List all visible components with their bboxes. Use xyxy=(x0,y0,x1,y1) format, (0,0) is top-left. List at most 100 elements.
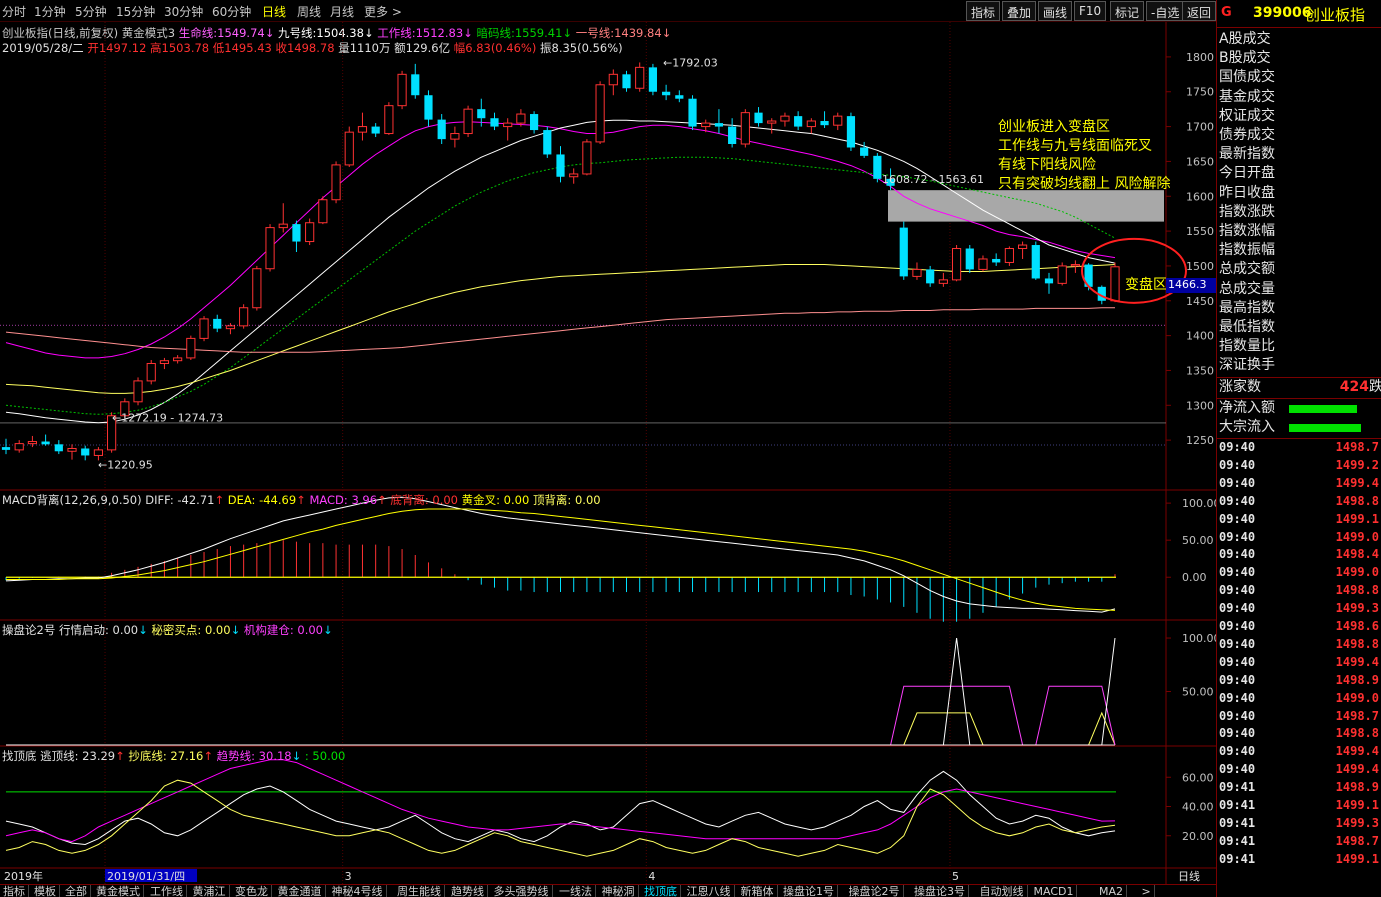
indicator-tab[interactable]: 自动划线 xyxy=(977,885,1028,897)
tick-price: 1498.8 xyxy=(1335,493,1379,508)
macd-info-line: MACD背离(12,26,9,0.50) DIFF: -42.71↑ DEA: … xyxy=(2,493,601,507)
net-inflow-row: 净流入额 xyxy=(1219,399,1379,418)
candle-body-up xyxy=(278,223,288,229)
back-button[interactable]: 返回 xyxy=(1182,1,1217,21)
indicator-tab[interactable]: MA2 xyxy=(1096,885,1128,897)
indicator-tab[interactable]: 黄金通道 xyxy=(275,885,326,897)
quote-field-label: 指数涨跌 xyxy=(1219,203,1275,220)
y-tick-label: 1650 xyxy=(1186,155,1214,168)
indicator-tab[interactable]: MACD1 xyxy=(1031,885,1078,897)
candle-body-up xyxy=(239,307,249,327)
period-tab[interactable]: 60分钟 xyxy=(212,3,251,20)
annotation-line: 创业板进入变盘区 xyxy=(998,119,1110,135)
period-tab[interactable]: 5分钟 xyxy=(75,3,107,20)
y-tick-label: 100.00 xyxy=(1182,632,1216,645)
period-tab-more[interactable]: 更多 > xyxy=(364,3,402,20)
candle-body-down xyxy=(860,147,869,156)
indicator-tab[interactable]: 多头强势线 xyxy=(491,885,553,897)
rise-count-value: 424 xyxy=(1339,379,1369,395)
candle-body-up xyxy=(938,279,948,284)
tick-time: 09:40 xyxy=(1219,547,1256,562)
tick-price: 1499.4 xyxy=(1335,475,1379,490)
cp-secret: 秘密买点: 0.00 xyxy=(151,623,231,637)
quote-field-label: 昨日收盘 xyxy=(1219,184,1275,201)
indicator-tab[interactable]: 操盘论1号 xyxy=(780,885,838,897)
period-tab[interactable]: 分时 xyxy=(2,3,26,20)
indicator-tab[interactable]: 模板 xyxy=(31,885,60,897)
indicator-tab[interactable]: 江恩八线 xyxy=(684,885,735,897)
candle-body-up xyxy=(516,113,526,124)
candle-body-down xyxy=(411,74,420,96)
tick-time: 09:41 xyxy=(1219,798,1256,812)
annotation-line: 工作线与九号线面临死叉 xyxy=(998,138,1152,154)
range-marker-1: ←1272.19 - 1274.73 xyxy=(112,412,223,425)
indicator-tab[interactable]: 新箱体 xyxy=(738,885,778,897)
indicator-tab[interactable]: 周生能线 xyxy=(394,885,445,897)
candle-body-up xyxy=(397,73,407,107)
overlay-button[interactable]: 叠加 xyxy=(1002,1,1037,21)
candle-body-up xyxy=(740,112,750,145)
stock-name: 创业板指 xyxy=(1305,6,1366,24)
indicator-tab[interactable]: 变色龙 xyxy=(232,885,272,897)
indicator-tab[interactable]: 操盘论2号 xyxy=(846,885,904,897)
period-tab[interactable]: 周线 xyxy=(297,3,321,20)
f10-button[interactable]: F10 xyxy=(1074,1,1107,21)
y-tick-label: 40.00 xyxy=(1182,801,1214,814)
tick-price: 1499.3 xyxy=(1335,601,1379,616)
cp-inst: 机构建仓: 0.00 xyxy=(243,623,323,637)
indicator-tab[interactable]: 指标 xyxy=(0,885,29,897)
annotation-line: 只有突破均线翻上 风险解除 xyxy=(998,176,1171,192)
indicator-tab[interactable]: 操盘论3号 xyxy=(911,885,969,897)
tick-time: 09:40 xyxy=(1219,726,1256,741)
logo-icon: G xyxy=(1221,5,1232,20)
annotation-text: 创业板进入变盘区 工作线与九号线面临死叉 有线下阳线风险 只有突破均线翻上 风险… xyxy=(998,118,1170,194)
candle-body-down xyxy=(1,447,11,450)
period-tab[interactable]: 月线 xyxy=(330,3,354,20)
x-axis-label: 2019年 xyxy=(4,869,43,883)
indicator-tab[interactable]: 一线法 xyxy=(556,885,596,897)
period-tab[interactable]: 30分钟 xyxy=(164,3,203,20)
tick-price: 1499.4 xyxy=(1335,762,1379,777)
period-tab-active[interactable]: 日线 xyxy=(262,3,286,20)
y-tick-label: 1250 xyxy=(1186,434,1214,447)
y-tick-label: 1750 xyxy=(1186,86,1214,99)
tick-price: 1498.8 xyxy=(1335,636,1379,651)
candle-body-up xyxy=(93,449,104,456)
candle-body-up xyxy=(582,141,592,175)
indicator-tab[interactable]: 黄金模式 xyxy=(93,885,144,897)
indicator-tab[interactable]: 工作线 xyxy=(147,885,187,897)
y-tick-label: 1300 xyxy=(1186,399,1214,412)
indicator-tab[interactable]: > xyxy=(1139,885,1155,897)
candle-body-up xyxy=(199,318,209,339)
tick-time: 09:40 xyxy=(1219,762,1256,777)
quote-field-label: 总成交额 xyxy=(1219,261,1275,278)
draw-line-button[interactable]: 画线 xyxy=(1038,1,1073,21)
candle-body-up xyxy=(225,325,236,330)
period-tab[interactable]: 15分钟 xyxy=(116,3,155,20)
cp-line-2 xyxy=(6,685,1116,746)
zdd-bottom: 抄底线: 27.16 xyxy=(128,749,204,763)
indicator-tab[interactable]: 神秘4号线 xyxy=(329,885,387,897)
candle-body-up xyxy=(912,268,922,277)
tick-price: 1499.0 xyxy=(1335,529,1379,544)
quote-field-label: 债券成交 xyxy=(1219,127,1275,143)
tick-price: 1499.3 xyxy=(1335,815,1379,830)
x-axis-label: 4 xyxy=(648,870,655,883)
tick-price: 1499.4 xyxy=(1335,654,1379,669)
indicator-tab[interactable]: 黄浦江 xyxy=(190,885,230,897)
candle-body-up xyxy=(67,447,77,452)
watchlist-button[interactable]: -自选 xyxy=(1146,1,1185,21)
tick-price: 1498.8 xyxy=(1335,583,1379,598)
candle-body-up xyxy=(450,133,460,140)
indicator-tab[interactable]: 全部 xyxy=(62,885,91,897)
indicator-button[interactable]: 指标 xyxy=(966,1,1001,21)
indicator-tab[interactable]: 趋势线 xyxy=(448,885,488,897)
indicator-tab[interactable]: 找顶底 xyxy=(641,885,681,897)
mark-button[interactable]: 标记 xyxy=(1110,1,1145,21)
period-tab[interactable]: 1分钟 xyxy=(34,3,66,20)
candle-body-up xyxy=(1004,248,1014,263)
candle-body-up xyxy=(1110,266,1120,302)
indicator-tab[interactable]: 神秘洞 xyxy=(599,885,639,897)
tick-price: 1499.2 xyxy=(1335,457,1379,472)
candle-body-up xyxy=(265,227,275,270)
